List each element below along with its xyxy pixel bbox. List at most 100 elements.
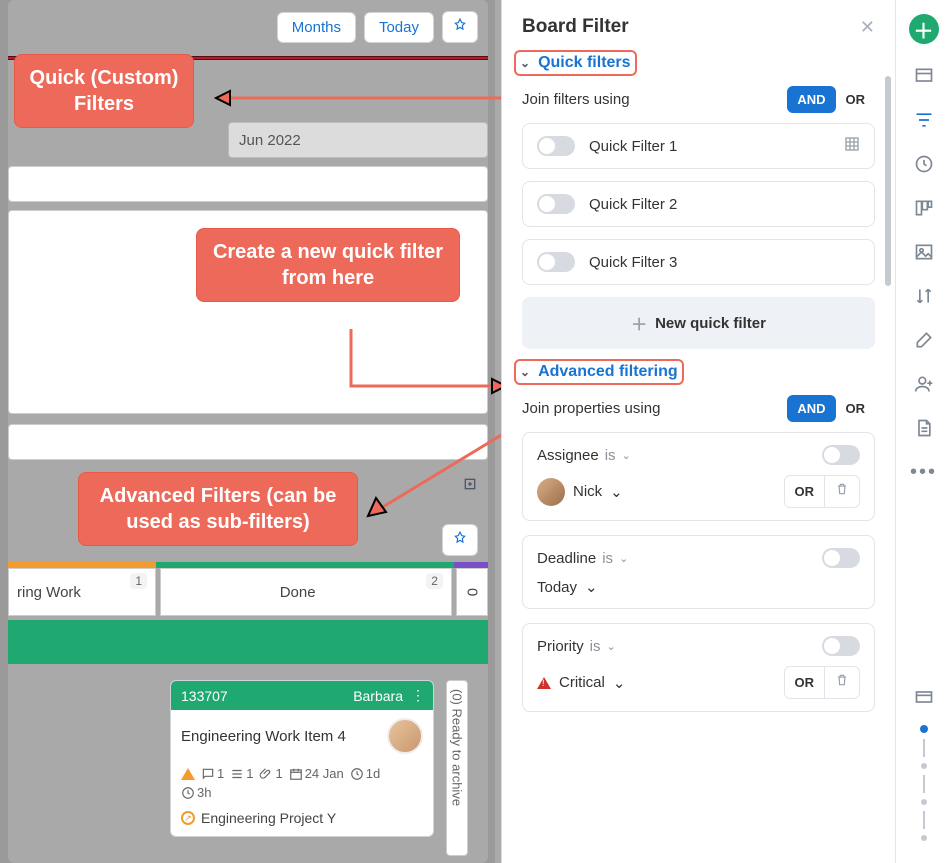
add-button[interactable]: ＋ xyxy=(909,14,939,44)
card-link-row[interactable]: ↗ Engineering Project Y xyxy=(171,804,433,836)
toggle[interactable] xyxy=(822,445,860,465)
property-name[interactable]: Priority xyxy=(537,638,584,655)
column-inprogress[interactable]: ring Work 1 xyxy=(8,568,156,616)
comments-icon: 1 xyxy=(201,766,224,781)
and-toggle[interactable]: AND xyxy=(787,395,835,422)
critical-icon xyxy=(537,677,551,689)
months-button[interactable]: Months xyxy=(277,12,356,43)
section-label: Quick filters xyxy=(538,54,630,72)
avatar xyxy=(537,478,565,506)
arrow-1 xyxy=(196,84,516,114)
card-header: 133707 Barbara ⋮ xyxy=(171,681,433,710)
property-value[interactable]: Nick xyxy=(573,483,602,500)
work-item-card[interactable]: 133707 Barbara ⋮ Engineering Work Item 4… xyxy=(170,680,434,837)
lane-pin-button[interactable] xyxy=(442,524,478,556)
archive-column[interactable]: (0) Ready to archive xyxy=(446,680,468,856)
pin-icon xyxy=(453,531,467,545)
column-collapsed[interactable]: 0 xyxy=(456,568,488,616)
filter-label: Quick Filter 3 xyxy=(589,254,677,271)
quick-filter-list: Quick Filter 1 Quick Filter 2 Quick Filt… xyxy=(502,123,895,285)
grid-icon[interactable] xyxy=(844,136,860,156)
close-icon[interactable]: ✕ xyxy=(860,17,875,38)
chevron-down-icon: ⌄ xyxy=(613,674,626,692)
filter-icon[interactable] xyxy=(912,108,936,132)
image-icon[interactable] xyxy=(912,240,936,264)
month-header: Jun 2022 xyxy=(228,122,488,158)
today-button[interactable]: Today xyxy=(364,12,434,43)
advanced-filtering-section[interactable]: ⌄ Advanced filtering xyxy=(514,359,684,385)
new-quick-filter-button[interactable]: ＋ New quick filter xyxy=(522,297,875,349)
quick-filter-item-3[interactable]: Quick Filter 3 xyxy=(522,239,875,285)
chevron-down-icon: ⌄ xyxy=(585,578,598,596)
layout-icon[interactable] xyxy=(912,64,936,88)
column-done[interactable]: Done 2 xyxy=(160,568,452,616)
property-op[interactable]: is xyxy=(602,550,613,567)
chevron-down-icon: ⌄ xyxy=(520,365,530,379)
or-toggle[interactable]: OR xyxy=(836,395,876,422)
column-count: 2 xyxy=(426,573,443,589)
trash-icon[interactable] xyxy=(824,476,859,507)
card-meta-row: 1 1 1 24 Jan 1d xyxy=(171,762,433,785)
filter-label: Quick Filter 2 xyxy=(589,196,677,213)
property-filter-priority: Priority is ⌄ Critical ⌄ OR xyxy=(522,623,875,712)
filter-label: Quick Filter 1 xyxy=(589,138,677,155)
quick-filter-item-1[interactable]: Quick Filter 1 xyxy=(522,123,875,169)
property-name[interactable]: Deadline xyxy=(537,550,596,567)
annotation-new-filter: Create a new quick filter from here xyxy=(196,228,460,302)
panel-title: Board Filter xyxy=(522,16,629,38)
priority-icon xyxy=(181,768,195,780)
toggle[interactable] xyxy=(822,548,860,568)
add-user-icon[interactable] xyxy=(912,372,936,396)
property-value[interactable]: Today xyxy=(537,579,577,596)
new-filter-label: New quick filter xyxy=(655,315,766,332)
card-menu-icon[interactable]: ⋮ xyxy=(407,687,429,704)
arrow-3 xyxy=(358,426,518,526)
document-icon[interactable] xyxy=(912,416,936,440)
scrollbar-thumb[interactable] xyxy=(885,76,891,286)
pin-button[interactable] xyxy=(442,11,478,43)
arrow-2 xyxy=(346,324,526,404)
link-icon: ↗ xyxy=(181,811,195,825)
zoom-slider[interactable] xyxy=(920,719,928,847)
property-name[interactable]: Assignee xyxy=(537,447,599,464)
swimlane-1[interactable] xyxy=(8,166,488,202)
clock-icon[interactable] xyxy=(912,152,936,176)
property-value[interactable]: Critical xyxy=(559,674,605,691)
toggle[interactable] xyxy=(822,636,860,656)
or-button[interactable]: OR xyxy=(785,669,825,696)
column-label: Done xyxy=(280,584,316,601)
subtasks-icon: 1 xyxy=(230,766,253,781)
toggle[interactable] xyxy=(537,252,575,272)
card-link-text: Engineering Project Y xyxy=(201,810,336,826)
chevron-down-icon: ⌄ xyxy=(622,449,631,462)
sort-icon[interactable] xyxy=(912,284,936,308)
toggle[interactable] xyxy=(537,136,575,156)
annotation-quick-filters: Quick (Custom) Filters xyxy=(14,54,194,128)
toggle[interactable] xyxy=(537,194,575,214)
card-icon[interactable] xyxy=(912,685,936,709)
quick-filter-item-2[interactable]: Quick Filter 2 xyxy=(522,181,875,227)
trash-icon[interactable] xyxy=(824,667,859,698)
card-owner: Barbara xyxy=(353,688,403,704)
or-toggle[interactable]: OR xyxy=(836,86,876,113)
column-label: ring Work xyxy=(17,584,81,601)
columns-icon[interactable] xyxy=(912,196,936,220)
more-icon[interactable]: ••• xyxy=(912,460,936,484)
or-button[interactable]: OR xyxy=(785,478,825,505)
attachment-icon: 1 xyxy=(259,766,282,781)
join-properties-row: Join properties using AND OR xyxy=(502,389,895,432)
and-toggle[interactable]: AND xyxy=(787,86,835,113)
chevron-down-icon: ⌄ xyxy=(610,483,623,501)
hours-icon: 3h xyxy=(181,785,211,800)
property-filter-deadline: Deadline is ⌄ Today ⌄ xyxy=(522,535,875,609)
board-toolbar: Months Today xyxy=(8,0,488,54)
column-count: 1 xyxy=(130,573,147,589)
property-op[interactable]: is xyxy=(590,638,601,655)
join-label: Join filters using xyxy=(522,91,630,108)
quick-filters-section[interactable]: ⌄ Quick filters xyxy=(514,50,637,76)
card-title: Engineering Work Item 4 xyxy=(181,728,379,745)
swimlane-header-bar[interactable] xyxy=(8,620,488,664)
edit-icon[interactable] xyxy=(912,328,936,352)
property-op[interactable]: is xyxy=(605,447,616,464)
chevron-down-icon: ⌄ xyxy=(619,552,628,565)
